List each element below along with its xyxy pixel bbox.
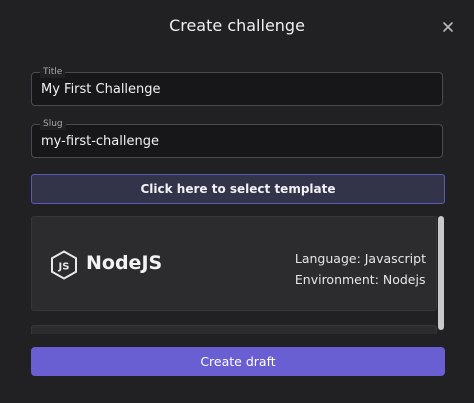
template-list-scrollbar[interactable] [438,216,444,330]
create-challenge-dialog: Create challenge Title Slug Click here t… [0,0,474,403]
template-list: JS NodeJS Language: Javascript Environme… [31,216,445,334]
slug-input[interactable] [32,125,442,157]
scrollbar-thumb[interactable] [438,216,444,330]
slug-field[interactable]: Slug [31,118,443,158]
template-card-nodejs[interactable]: JS NodeJS Language: Javascript Environme… [31,216,437,311]
template-card-partial[interactable] [31,325,437,334]
template-name: NodeJS [86,252,163,274]
dialog-title: Create challenge [169,16,305,35]
dialog-header: Create challenge [0,0,474,56]
template-environment: Environment: Nodejs [294,272,426,287]
title-field[interactable]: Title [31,66,443,106]
close-icon[interactable] [439,18,457,36]
svg-text:JS: JS [58,262,70,273]
create-draft-button[interactable]: Create draft [31,347,445,376]
template-meta: Language: Javascript Environment: Nodejs [295,248,426,290]
select-template-button[interactable]: Click here to select template [31,174,445,204]
nodejs-icon: JS [50,250,78,280]
title-input[interactable] [32,73,442,105]
template-language: Language: Javascript [294,251,426,266]
